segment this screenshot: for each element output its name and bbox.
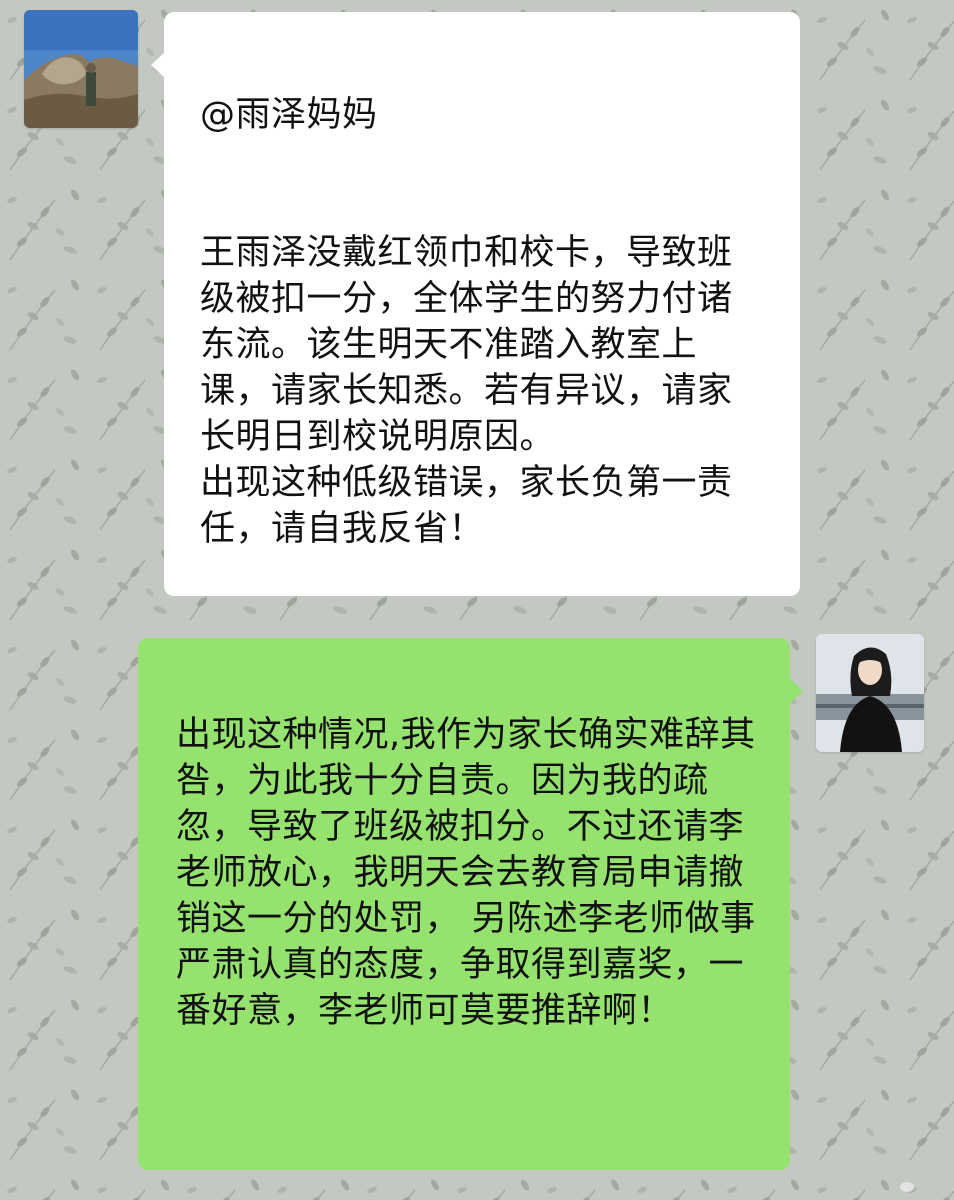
sent-message-text: 出现这种情况,我作为家长确实难辞其咎，为此我十分自责。因为我的疏忽，导致了班级被…: [176, 715, 756, 1031]
received-message-text: 王雨泽没戴红领巾和校卡，导致班级被扣一分，全体学生的努力付诸东流。该生明天不准踏…: [200, 233, 733, 549]
received-message-bubble[interactable]: @雨泽妈妈 王雨泽没戴红领巾和校卡，导致班级被扣一分，全体学生的努力付诸东流。该…: [151, 12, 800, 596]
mountain-landscape-avatar-icon[interactable]: [24, 10, 138, 128]
sent-message-bubble[interactable]: 出现这种情况,我作为家长确实难辞其咎，为此我十分自责。因为我的疏忽，导致了班级被…: [138, 638, 803, 1170]
mention-text: @雨泽妈妈: [200, 95, 378, 135]
weibo-watermark: [900, 1182, 914, 1192]
weibo-icon: [900, 1182, 914, 1192]
woman-portrait-avatar-icon[interactable]: [816, 634, 924, 752]
